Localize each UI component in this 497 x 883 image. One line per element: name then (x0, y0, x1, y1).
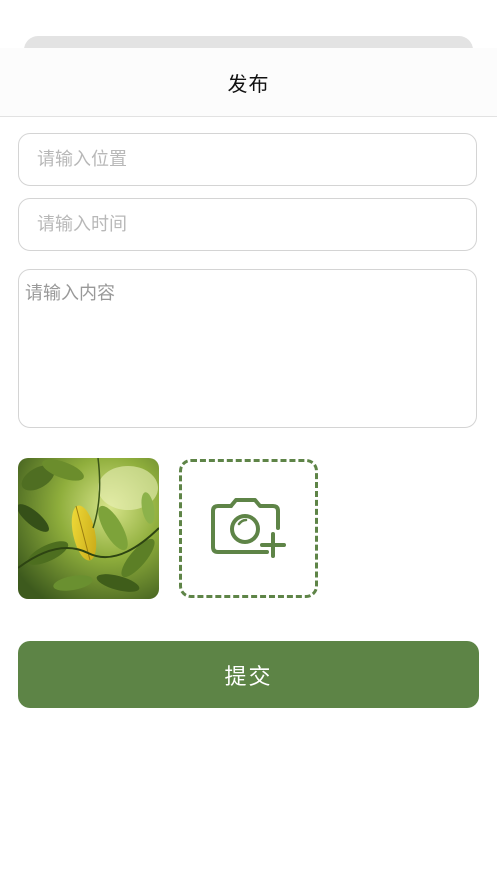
add-photo-button[interactable] (179, 459, 318, 598)
header-bar: 发布 (0, 48, 497, 117)
leaf-photo-image (18, 458, 159, 599)
publish-sheet: 发布 请输入位置 请输入时间 请输入内容 提交 (0, 0, 497, 883)
uploaded-photo-thumbnail[interactable] (18, 458, 159, 599)
content-textarea[interactable] (18, 269, 477, 428)
page-title: 发布 (227, 71, 270, 96)
camera-plus-icon (210, 497, 286, 558)
location-input[interactable] (18, 133, 477, 186)
submit-button[interactable]: 提交 (18, 641, 479, 708)
time-input[interactable] (18, 198, 477, 251)
